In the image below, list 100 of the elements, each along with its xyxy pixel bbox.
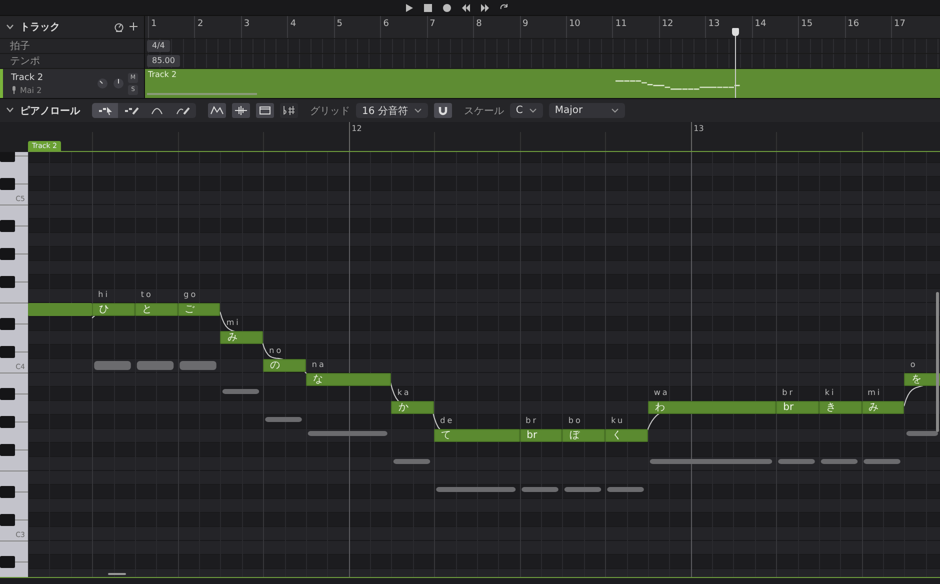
tool-button[interactable] <box>92 103 118 118</box>
note-block[interactable]: み <box>220 331 264 344</box>
bar-number: 14 <box>754 19 766 29</box>
note-block[interactable]: br <box>776 401 819 414</box>
bar-number: 5 <box>336 19 342 29</box>
panel-title: トラック <box>20 21 61 34</box>
waveform-segment <box>864 459 900 464</box>
waveform-segment <box>564 487 602 492</box>
note-block[interactable]: な <box>306 373 392 386</box>
fast-forward-icon[interactable] <box>480 2 490 12</box>
tempo-chip[interactable]: 85.00 <box>147 55 180 67</box>
phoneme-label: o <box>910 360 918 369</box>
note-block[interactable]: ぼ <box>562 429 606 442</box>
view-toggle[interactable] <box>208 103 226 118</box>
phoneme-label: hi <box>98 290 110 299</box>
curve-pencil-icon <box>176 105 190 116</box>
note-block[interactable]: の <box>263 359 306 372</box>
singer-name: Mai 2 <box>20 86 42 94</box>
snap-toggle[interactable] <box>434 103 452 118</box>
note-block[interactable]: を <box>904 373 940 386</box>
knob-icon[interactable] <box>113 78 124 89</box>
note-block[interactable]: み <box>862 401 904 414</box>
note-block[interactable]: ご <box>178 303 220 316</box>
bar-number: 11 <box>615 19 627 29</box>
note-block[interactable]: ひ <box>92 303 135 316</box>
note-block[interactable]: わ <box>648 401 776 414</box>
chevron-icon[interactable] <box>6 107 14 113</box>
bar-number: 3 <box>244 19 250 29</box>
panel-title: ピアノロール <box>20 104 80 118</box>
waveform-segment <box>607 487 644 492</box>
note-block[interactable]: き <box>818 401 862 414</box>
phoneme-label: go <box>184 290 198 299</box>
bar-number: 9 <box>522 19 528 29</box>
bar-number: 4 <box>290 19 296 29</box>
waveform-icon <box>234 105 248 116</box>
note-block[interactable]: か <box>391 401 434 414</box>
waveform-segment <box>265 417 302 422</box>
playhead-handle[interactable] <box>732 28 739 36</box>
knob-icon[interactable] <box>97 78 108 89</box>
phoneme-label: de <box>440 416 454 425</box>
add-icon[interactable] <box>129 22 138 31</box>
note-block[interactable]: と <box>134 303 178 316</box>
select-tool-icon <box>98 105 112 116</box>
waveform-segment <box>820 459 858 464</box>
grid-dropdown[interactable]: 16 分音符 <box>356 103 428 118</box>
bar-number: 13 <box>694 124 704 133</box>
bar-number: 13 <box>708 19 720 29</box>
phoneme-label: br <box>782 388 794 397</box>
chevron-icon[interactable] <box>6 24 14 30</box>
note-pencil-icon <box>124 105 138 116</box>
view-toggle[interactable] <box>280 103 298 118</box>
phoneme-label: bo <box>568 416 582 425</box>
phoneme-label: wa <box>654 388 670 397</box>
piano-keys-drawing[interactable] <box>0 152 28 577</box>
note-block[interactable]: て <box>434 429 520 442</box>
waveform-segment <box>906 431 938 436</box>
bar-number: 10 <box>568 19 580 29</box>
bar-number: 6 <box>383 19 389 29</box>
clip-label: Track 2 <box>148 70 177 79</box>
note-grid[interactable] <box>28 152 940 577</box>
bar-number: 12 <box>352 124 362 133</box>
scale-key-dropdown[interactable]: C <box>510 103 543 118</box>
note-block[interactable]: く <box>605 429 648 442</box>
panel-icon <box>258 105 272 116</box>
scale-label: スケール <box>464 104 504 118</box>
pitch-curve-icon <box>210 105 224 116</box>
scale-mode-dropdown[interactable]: Major <box>548 103 625 118</box>
scrollbar-thumb[interactable] <box>936 292 939 432</box>
rewind-icon[interactable] <box>461 2 471 12</box>
bar-number: 8 <box>476 19 482 29</box>
track-clip[interactable]: Track 2 <box>145 69 940 98</box>
phoneme-label: no <box>269 346 284 355</box>
bar-number: 7 <box>430 19 436 29</box>
note-block[interactable]: br <box>520 429 562 442</box>
bar-number: 15 <box>801 19 813 29</box>
curve-icon <box>150 105 164 116</box>
phoneme-label: mi <box>226 318 240 327</box>
track-name: Track 2 <box>11 72 44 82</box>
metronome-icon[interactable] <box>114 22 124 32</box>
waveform-segment <box>393 459 430 464</box>
waveform-segment <box>778 459 815 464</box>
view-toggle[interactable] <box>232 103 250 118</box>
magnet-icon <box>438 106 448 116</box>
caret-icon <box>414 108 422 113</box>
row-label: 拍子 <box>0 39 144 54</box>
view-toggle[interactable] <box>256 103 274 118</box>
bar-number: 2 <box>197 19 204 29</box>
clip-scrollbar[interactable] <box>147 93 257 95</box>
play-icon[interactable] <box>404 2 414 12</box>
stop-icon[interactable] <box>423 2 433 12</box>
time-signature-chip[interactable]: 4/4 <box>147 40 170 52</box>
phoneme-label: ku <box>611 416 625 425</box>
waveform-segment <box>522 487 558 492</box>
caret-icon <box>528 108 537 113</box>
phoneme-label: mi <box>868 388 882 397</box>
phoneme-label: ka <box>397 388 411 397</box>
waveform-segment <box>222 389 260 394</box>
scrollbar-thumb[interactable] <box>108 573 126 575</box>
record-icon[interactable] <box>442 2 452 12</box>
waveform-segment <box>180 361 216 370</box>
